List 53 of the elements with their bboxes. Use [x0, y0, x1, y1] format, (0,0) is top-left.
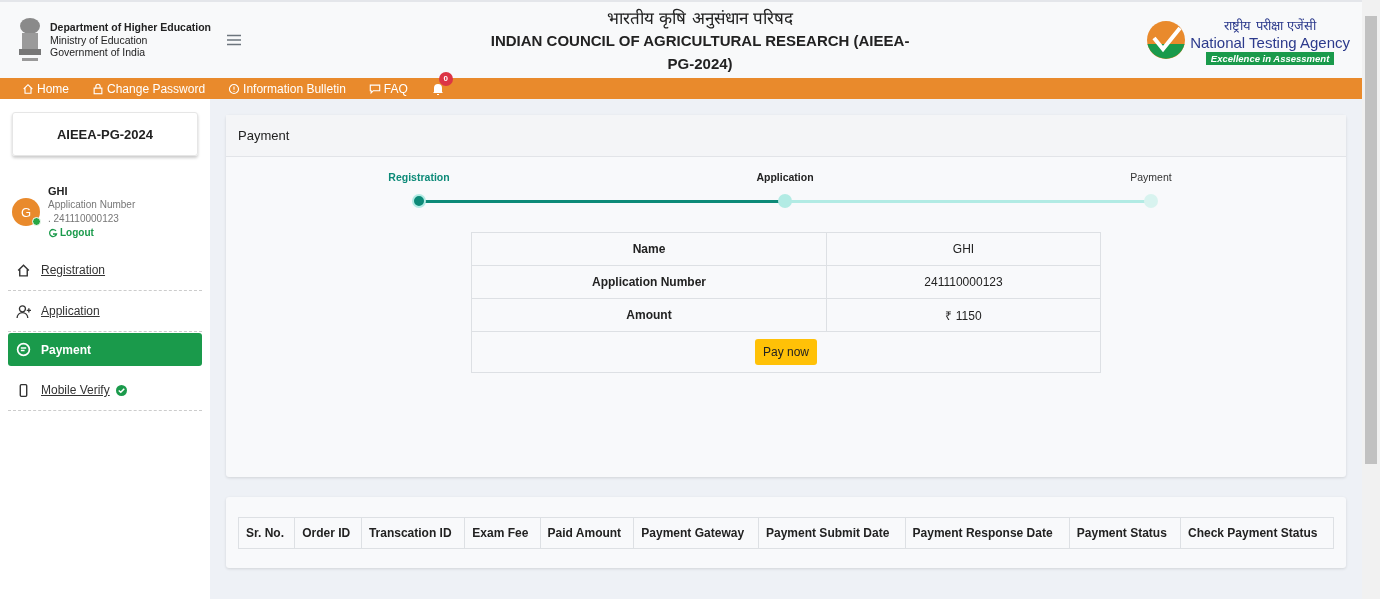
- sidebar-item[interactable]: Application: [8, 291, 202, 332]
- nav-link[interactable]: Home: [22, 81, 69, 96]
- nav-link[interactable]: FAQ: [368, 81, 408, 96]
- column-header: Payment Submit Date: [758, 517, 906, 548]
- sidebar-item[interactable]: Registration: [8, 250, 202, 291]
- table-cell: 241110000123: [826, 265, 1101, 299]
- step-label: Payment: [1130, 171, 1172, 183]
- user-plus-icon: [16, 303, 31, 319]
- sidebar-item[interactable]: Mobile Verify: [8, 370, 202, 411]
- column-header: Exam Fee: [464, 517, 541, 548]
- table-cell: Name: [471, 232, 827, 266]
- check-logo-icon: [1146, 20, 1187, 60]
- application-number: . 241110000123: [48, 212, 120, 226]
- step-label: Application: [756, 171, 814, 183]
- logout-icon: [48, 228, 58, 238]
- column-header: Payment Gateway: [633, 517, 759, 548]
- pay-now-button[interactable]: Pay now: [755, 339, 817, 365]
- column-header: Paid Amount: [540, 517, 634, 548]
- nav-link[interactable]: Change Password: [92, 81, 206, 96]
- table-cell: ₹ 1150: [826, 298, 1101, 332]
- user-name: GHI: [48, 184, 69, 198]
- table-cell: Amount: [471, 298, 827, 332]
- chat-icon: [368, 82, 381, 95]
- council-title: INDIAN COUNCIL OF AGRICULTURAL RESEARCH (AIEEA-PG-2024): [489, 30, 911, 74]
- agency-name: National Testing Agency: [1190, 33, 1350, 52]
- step-label: Registration: [388, 171, 450, 183]
- column-header: Transcation ID: [361, 517, 465, 548]
- column-header: Sr. No.: [238, 517, 295, 548]
- table-cell: Application Number: [471, 265, 827, 299]
- home-icon: [16, 262, 31, 278]
- council-title-hindi: भारतीय कृषि अनुसंधान परिषद: [606, 6, 794, 29]
- table-cell: GHI: [826, 232, 1101, 266]
- sidebar-item[interactable]: Payment: [8, 333, 202, 366]
- exam-card: AIEEA-PG-2024: [12, 112, 198, 156]
- card-title: Payment: [226, 115, 1346, 157]
- column-header: Payment Status: [1069, 517, 1181, 548]
- column-header: Payment Response Date: [905, 517, 1070, 548]
- agency-tagline: Excellence in Assessment: [1205, 51, 1335, 65]
- logout-link[interactable]: Logout: [48, 226, 136, 240]
- user-avatar: G: [12, 198, 40, 226]
- org-text: Ministry of Education: [50, 33, 149, 47]
- agency-name-hindi: राष्ट्रीय परीक्षा एजेंसी: [1224, 16, 1316, 34]
- menu-icon[interactable]: [227, 34, 241, 46]
- lock-icon: [92, 82, 104, 95]
- home-icon: [22, 82, 34, 95]
- org-text: Department of Higher Education: [50, 21, 211, 34]
- column-header: Order ID: [294, 517, 362, 548]
- coin-icon: [16, 342, 31, 357]
- info-icon: [228, 82, 241, 95]
- application-number-label: Application Number: [48, 198, 136, 212]
- column-header: Check Payment Status: [1180, 517, 1334, 548]
- org-text: Government of India: [50, 46, 147, 59]
- nav-link[interactable]: Information Bulletin: [228, 81, 346, 96]
